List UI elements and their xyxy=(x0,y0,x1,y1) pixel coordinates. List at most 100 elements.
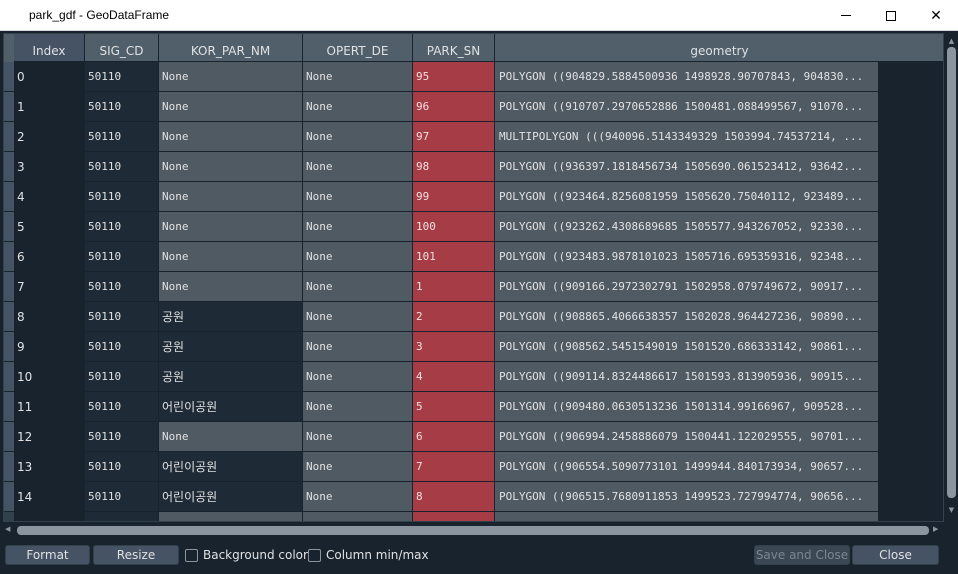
table-corner[interactable] xyxy=(4,34,14,62)
geometry-cell[interactable]: POLYGON ((906994.2458886079 1500441.1220… xyxy=(495,422,879,452)
kor-par-nm-cell[interactable]: 어린이공원 xyxy=(159,452,303,482)
geometry-cell[interactable]: POLYGON ((923483.9878101023 1505716.6953… xyxy=(495,242,879,272)
kor-par-nm-cell[interactable]: None xyxy=(159,122,303,152)
opert-de-cell[interactable]: None xyxy=(303,152,413,182)
table-row[interactable]: 9 50110 공원 None 3 POLYGON ((908562.5451549019… xyxy=(4,332,879,362)
kor-par-nm-cell[interactable]: None xyxy=(159,212,303,242)
geometry-cell[interactable]: MULTIPOLYGON (((940096.5143349329 150399… xyxy=(495,122,879,152)
index-cell[interactable]: 10 xyxy=(14,362,85,392)
geometry-cell[interactable]: POLYGON ((909114.8324486617 1501593.8139… xyxy=(495,362,879,392)
geometry-cell[interactable]: POLYGON ((910707.2970652886 1500481.0884… xyxy=(495,92,879,122)
vertical-scroll-thumb[interactable] xyxy=(947,47,956,498)
index-cell[interactable]: 4 xyxy=(14,182,85,212)
park-sn-cell[interactable]: 2 xyxy=(413,302,495,332)
opert-de-cell[interactable]: None xyxy=(303,242,413,272)
park-sn-cell[interactable]: 96 xyxy=(413,92,495,122)
park-sn-cell[interactable]: 8 xyxy=(413,482,495,512)
table-row[interactable]: 12 50110 None None 6 POLYGON ((906994.2458886… xyxy=(4,422,879,452)
kor-par-nm-cell[interactable]: None xyxy=(159,242,303,272)
sig-cd-cell[interactable]: 50110 xyxy=(85,302,159,332)
park-sn-cell[interactable]: 95 xyxy=(413,62,495,92)
kor-par-nm-cell[interactable]: None xyxy=(159,182,303,212)
opert-de-cell[interactable]: None xyxy=(303,212,413,242)
opert-de-cell[interactable]: None xyxy=(303,332,413,362)
park-sn-cell[interactable]: 100 xyxy=(413,212,495,242)
opert-de-cell[interactable]: None xyxy=(303,272,413,302)
index-cell[interactable]: 2 xyxy=(14,122,85,152)
row-header[interactable] xyxy=(4,152,14,182)
geometry-cell[interactable]: POLYGON ((909480.0630513236 1501314.9916… xyxy=(495,392,879,422)
scroll-up-icon[interactable]: ▲ xyxy=(947,37,956,45)
opert-de-cell[interactable]: None xyxy=(303,182,413,212)
column-header-kor-par-nm[interactable]: KOR_PAR_NM xyxy=(159,34,303,62)
kor-par-nm-cell[interactable]: None xyxy=(159,422,303,452)
sig-cd-cell[interactable]: 50110 xyxy=(85,332,159,362)
index-cell[interactable]: 13 xyxy=(14,452,85,482)
kor-par-nm-cell[interactable]: 어린이공원 xyxy=(159,482,303,512)
index-cell[interactable]: 9 xyxy=(14,332,85,362)
park-sn-cell[interactable]: 3 xyxy=(413,332,495,362)
row-header[interactable] xyxy=(4,332,14,362)
park-sn-cell[interactable]: 98 xyxy=(413,152,495,182)
minimize-button[interactable] xyxy=(823,0,869,31)
opert-de-cell[interactable]: None xyxy=(303,302,413,332)
kor-par-nm-cell[interactable]: None xyxy=(159,62,303,92)
index-cell[interactable]: 3 xyxy=(14,152,85,182)
scroll-left-icon[interactable]: ◀ xyxy=(5,525,10,533)
index-cell[interactable]: 14 xyxy=(14,482,85,512)
sig-cd-cell[interactable]: 50110 xyxy=(85,392,159,422)
opert-de-cell[interactable]: None xyxy=(303,92,413,122)
row-header[interactable] xyxy=(4,452,14,482)
sig-cd-cell[interactable]: 50110 xyxy=(85,212,159,242)
sig-cd-cell[interactable]: 50110 xyxy=(85,272,159,302)
geometry-cell[interactable]: POLYGON ((909166.2972302791 1502958.0797… xyxy=(495,272,879,302)
window-close-button[interactable]: ✕ xyxy=(913,0,958,31)
kor-par-nm-cell[interactable]: None xyxy=(159,272,303,302)
sig-cd-cell[interactable]: 50110 xyxy=(85,152,159,182)
close-button[interactable]: Close xyxy=(852,545,939,565)
index-cell[interactable]: 7 xyxy=(14,272,85,302)
row-header[interactable] xyxy=(4,392,14,422)
row-header[interactable] xyxy=(4,242,14,272)
column-header-park-sn[interactable]: PARK_SN xyxy=(413,34,495,62)
park-sn-cell[interactable]: 101 xyxy=(413,242,495,272)
park-sn-cell[interactable]: 4 xyxy=(413,362,495,392)
horizontal-scrollbar[interactable]: ◀ ▶ xyxy=(3,524,944,537)
table-row[interactable]: 2 50110 None None 97 MULTIPOLYGON (((940096.5… xyxy=(4,122,879,152)
row-header[interactable] xyxy=(4,362,14,392)
geometry-cell[interactable]: POLYGON ((904829.5884500936 1498928.9070… xyxy=(495,62,879,92)
table-row[interactable]: 5 50110 None None 100 POLYGON ((923262.430868… xyxy=(4,212,879,242)
opert-de-cell[interactable]: None xyxy=(303,452,413,482)
opert-de-cell[interactable]: None xyxy=(303,422,413,452)
geometry-cell[interactable]: POLYGON ((906554.5090773101 1499944.8401… xyxy=(495,452,879,482)
park-sn-cell[interactable]: 7 xyxy=(413,452,495,482)
table-row[interactable]: 4 50110 None None 99 POLYGON ((923464.8256081… xyxy=(4,182,879,212)
opert-de-cell[interactable]: None xyxy=(303,392,413,422)
sig-cd-cell[interactable]: 50110 xyxy=(85,422,159,452)
sig-cd-cell[interactable]: 50110 xyxy=(85,62,159,92)
park-sn-cell[interactable]: 5 xyxy=(413,392,495,422)
geometry-cell[interactable]: POLYGON ((908865.4066638357 1502028.9644… xyxy=(495,302,879,332)
park-sn-cell[interactable]: 99 xyxy=(413,182,495,212)
opert-de-cell[interactable]: None xyxy=(303,62,413,92)
kor-par-nm-cell[interactable]: 어린이공원 xyxy=(159,392,303,422)
column-header-geometry[interactable]: geometry xyxy=(495,34,943,62)
row-header[interactable] xyxy=(4,212,14,242)
index-cell[interactable]: 6 xyxy=(14,242,85,272)
opert-de-cell[interactable]: None xyxy=(303,362,413,392)
sig-cd-cell[interactable]: 50110 xyxy=(85,482,159,512)
table-row[interactable]: 10 50110 공원 None 4 POLYGON ((909114.832448661… xyxy=(4,362,879,392)
index-cell[interactable]: 1 xyxy=(14,92,85,122)
geometry-cell[interactable]: POLYGON ((936397.1818456734 1505690.0615… xyxy=(495,152,879,182)
kor-par-nm-cell[interactable]: None xyxy=(159,92,303,122)
park-sn-cell[interactable]: 6 xyxy=(413,422,495,452)
background-color-checkbox[interactable]: Background color xyxy=(185,547,308,563)
vertical-scrollbar[interactable]: ▲ ▼ xyxy=(945,33,958,522)
geometry-cell[interactable]: POLYGON ((923262.4308689685 1505577.9432… xyxy=(495,212,879,242)
sig-cd-cell[interactable]: 50110 xyxy=(85,452,159,482)
table-row[interactable]: 8 50110 공원 None 2 POLYGON ((908865.4066638357… xyxy=(4,302,879,332)
table-row[interactable]: 1 50110 None None 96 POLYGON ((910707.2970652… xyxy=(4,92,879,122)
column-header-sig-cd[interactable]: SIG_CD xyxy=(85,34,159,62)
index-cell[interactable]: 8 xyxy=(14,302,85,332)
kor-par-nm-cell[interactable]: 공원 xyxy=(159,302,303,332)
